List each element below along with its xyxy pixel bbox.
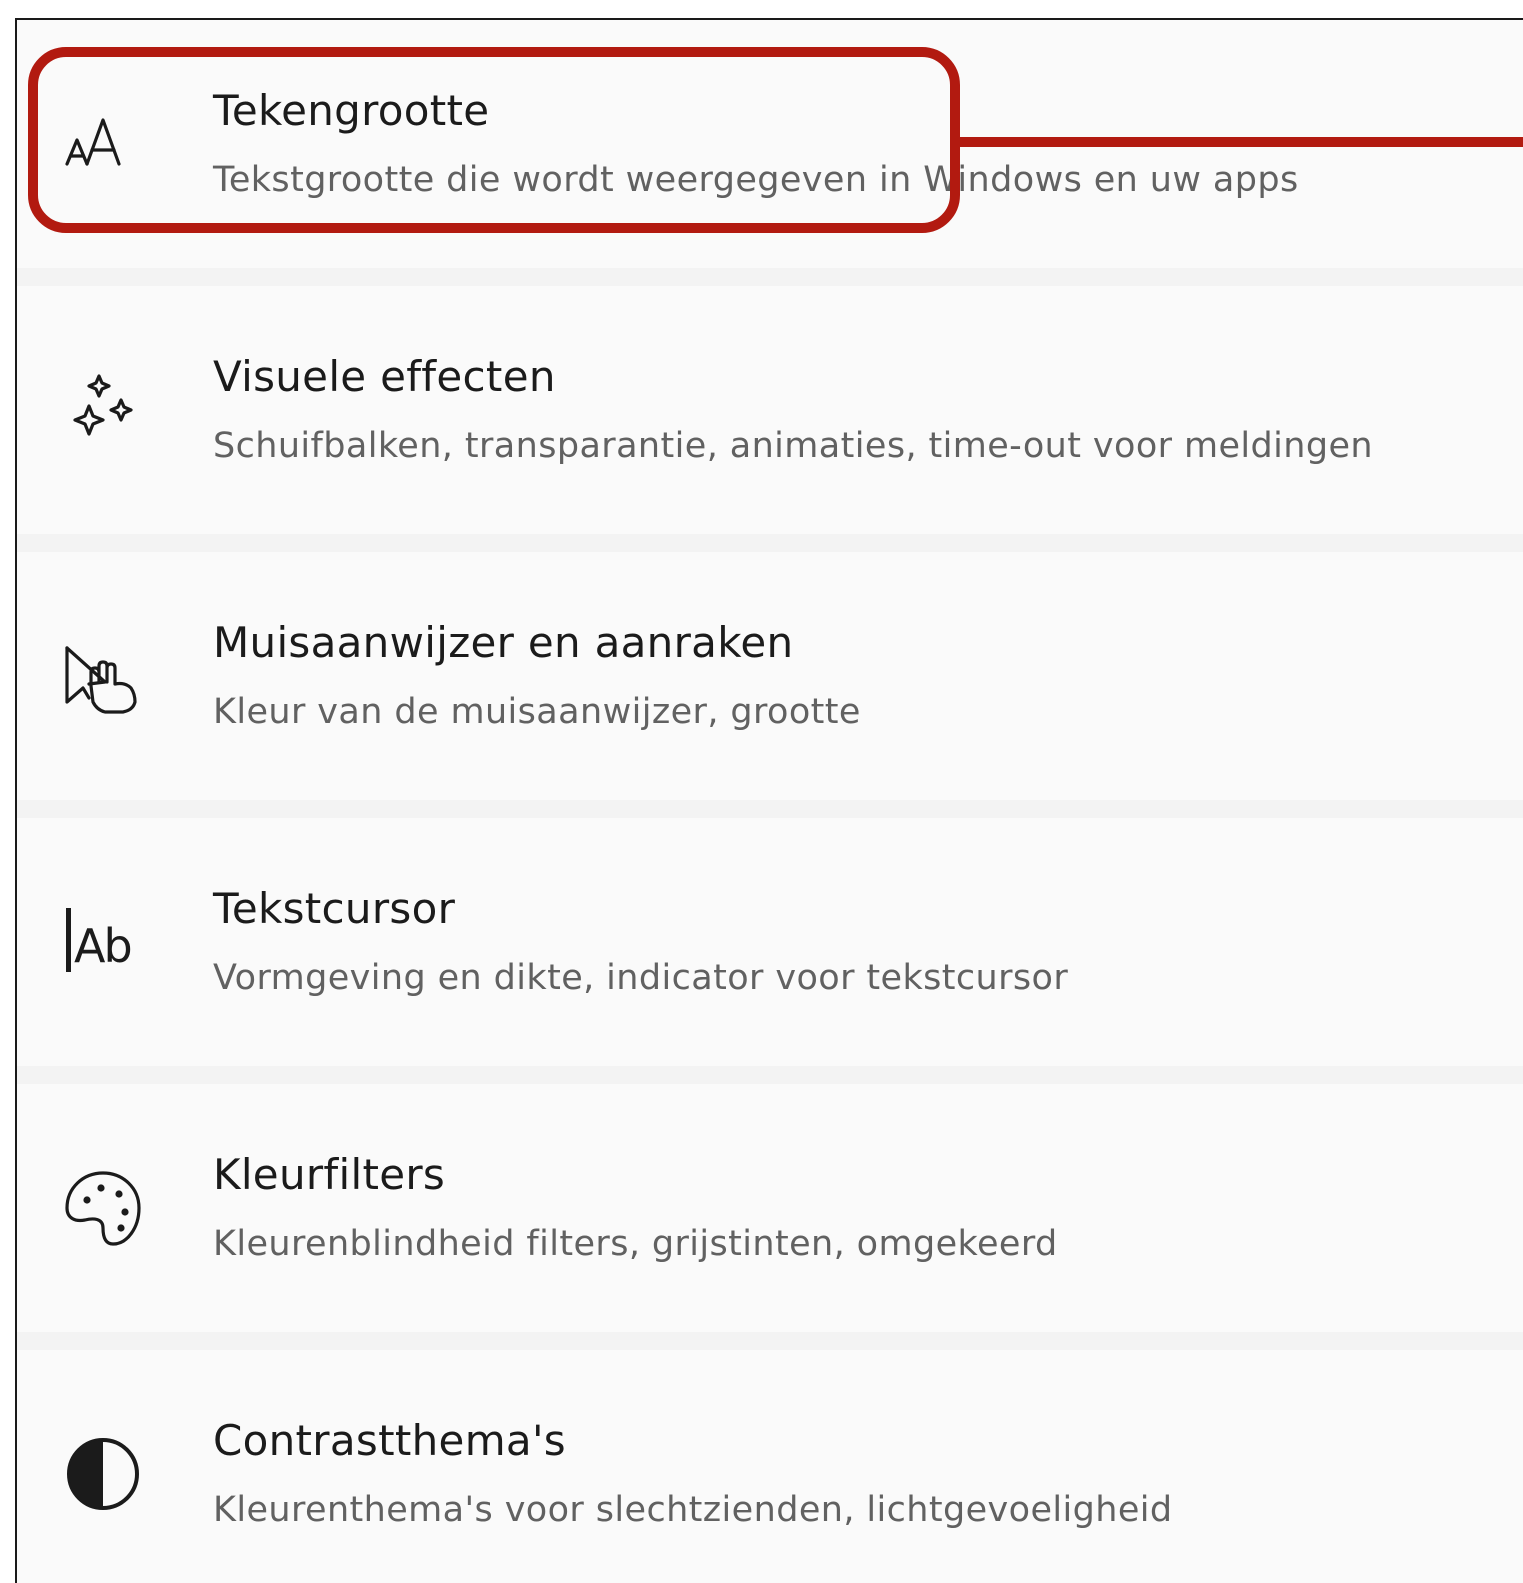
setting-row-mouse-pointer[interactable]: Muisaanwijzer en aanraken Kleur van de m… [17,552,1523,800]
setting-subtitle: Vormgeving en dikte, indicator voor teks… [213,958,1069,998]
setting-title: Tekengrootte [213,86,490,135]
mouse-pointer-touch-icon [65,638,141,714]
setting-subtitle: Kleurenblindheid filters, grijstinten, o… [213,1224,1058,1264]
text-size-icon [65,106,141,182]
setting-row-visual-effects[interactable]: Visuele effecten Schuifbalken, transpara… [17,286,1523,534]
text-cursor-icon: Ab [65,904,141,980]
setting-subtitle: Schuifbalken, transparantie, animaties, … [213,426,1373,466]
setting-row-text-size[interactable]: Tekengrootte Tekstgrootte die wordt weer… [17,20,1523,268]
setting-subtitle: Kleur van de muisaanwijzer, grootte [213,692,861,732]
setting-row-contrast-themes[interactable]: Contrastthema's Kleurenthema's voor slec… [17,1350,1523,1583]
setting-title: Contrastthema's [213,1416,566,1465]
palette-icon [65,1170,141,1246]
setting-title: Muisaanwijzer en aanraken [213,618,794,667]
setting-subtitle: Tekstgrootte die wordt weergegeven in Wi… [213,160,1299,200]
sparkle-icon [65,372,141,448]
setting-row-color-filters[interactable]: Kleurfilters Kleurenblindheid filters, g… [17,1084,1523,1332]
setting-subtitle: Kleurenthema's voor slechtzienden, licht… [213,1490,1173,1530]
contrast-icon [65,1436,141,1512]
setting-title: Kleurfilters [213,1150,446,1199]
setting-title: Visuele effecten [213,352,556,401]
setting-row-text-cursor[interactable]: Ab Tekstcursor Vormgeving en dikte, indi… [17,818,1523,1066]
svg-text:Ab: Ab [74,919,131,973]
settings-panel: Tekengrootte Tekstgrootte die wordt weer… [15,18,1523,1583]
setting-title: Tekstcursor [213,884,456,933]
